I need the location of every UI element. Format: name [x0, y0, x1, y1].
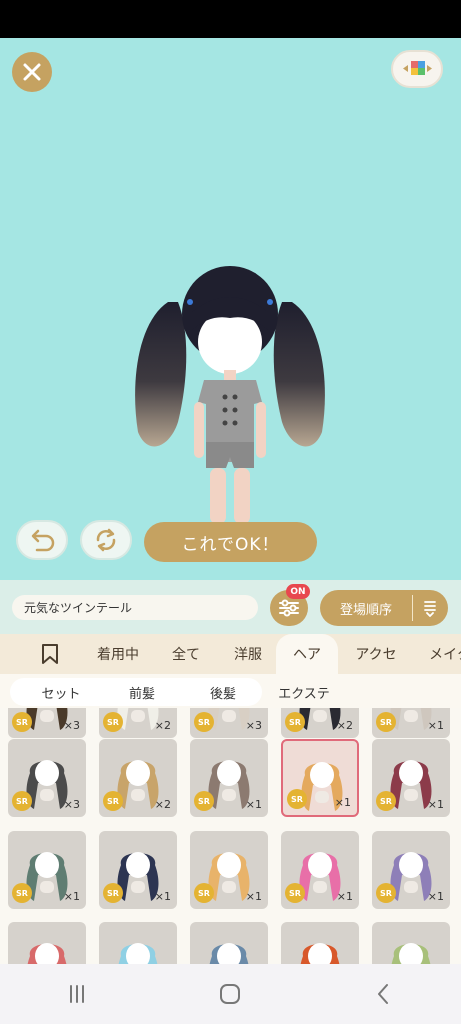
- item-cell[interactable]: SR ×2: [99, 708, 177, 738]
- undo-button[interactable]: [16, 520, 68, 560]
- undo-icon: [31, 529, 55, 552]
- item-count: ×3: [63, 719, 80, 732]
- rarity-badge: SR: [103, 712, 123, 732]
- item-count: ×1: [427, 719, 444, 732]
- rarity-badge: SR: [12, 712, 32, 732]
- item-cell[interactable]: SR ×2: [99, 739, 177, 817]
- hair-thumbnail: [209, 943, 249, 964]
- item-cell[interactable]: [99, 922, 177, 964]
- hair-thumbnail: [118, 943, 158, 964]
- rarity-badge: SR: [12, 883, 32, 903]
- rarity-badge: SR: [103, 791, 123, 811]
- item-cell[interactable]: SR ×1: [190, 739, 268, 817]
- item-cell[interactable]: [372, 922, 450, 964]
- item-cell[interactable]: SR ×1: [8, 831, 86, 909]
- item-count: ×2: [336, 719, 353, 732]
- home-icon[interactable]: [217, 981, 243, 1007]
- tab-wearing[interactable]: 着用中: [86, 634, 150, 674]
- confirm-button[interactable]: これでOK！: [144, 522, 317, 562]
- item-name-field: 元気なツインテール: [12, 595, 258, 620]
- item-cell[interactable]: [8, 922, 86, 964]
- item-cell[interactable]: SR ×1: [281, 831, 359, 909]
- palette-button[interactable]: [391, 50, 443, 88]
- filter-on-badge: ON: [286, 584, 310, 599]
- item-count: ×2: [154, 719, 171, 732]
- hair-thumbnail: [300, 943, 340, 964]
- recents-icon[interactable]: [64, 981, 90, 1007]
- item-cell[interactable]: SR ×3: [190, 708, 268, 738]
- close-button[interactable]: [12, 52, 52, 92]
- sort-button[interactable]: 登場順序: [320, 590, 448, 626]
- randomize-button[interactable]: [80, 520, 132, 560]
- rarity-badge: SR: [376, 791, 396, 811]
- status-bar: [0, 0, 461, 38]
- item-count: ×1: [63, 890, 80, 903]
- rarity-badge: SR: [12, 791, 32, 811]
- item-cell[interactable]: SR ×1: [99, 831, 177, 909]
- item-count: ×1: [334, 796, 351, 809]
- tab-clothes[interactable]: 洋服: [222, 634, 274, 674]
- item-cell[interactable]: [190, 922, 268, 964]
- item-cell[interactable]: SR ×1: [372, 739, 450, 817]
- item-grid: SR ×3 SR ×2 SR ×3 SR ×2 SR ×1 SR ×3 SR ×2 SR ×1 SR ×1 SR ×1…: [0, 708, 461, 964]
- rarity-badge: SR: [285, 883, 305, 903]
- rarity-badge: SR: [376, 883, 396, 903]
- item-count: ×3: [245, 719, 262, 732]
- item-cell[interactable]: SR ×3: [8, 739, 86, 817]
- close-icon: [23, 63, 41, 81]
- item-cell[interactable]: [281, 922, 359, 964]
- tab-all[interactable]: 全て: [160, 634, 212, 674]
- rarity-badge: SR: [194, 791, 214, 811]
- item-cell[interactable]: SR ×1: [372, 708, 450, 738]
- sub-tab-back-hair[interactable]: 後髪: [184, 678, 262, 706]
- category-tabs: 着用中 全て 洋服 ヘア アクセ メイク: [0, 634, 461, 674]
- rarity-badge: SR: [285, 712, 305, 732]
- tab-accessories[interactable]: アクセ: [344, 634, 408, 674]
- rarity-badge: SR: [194, 883, 214, 903]
- rarity-badge: SR: [103, 883, 123, 903]
- item-cell[interactable]: SR ×1: [372, 831, 450, 909]
- avatar-preview: [135, 266, 325, 532]
- bookmark-icon: [42, 644, 58, 664]
- item-count: ×1: [245, 798, 262, 811]
- item-count: ×1: [336, 890, 353, 903]
- hair-thumbnail: [391, 943, 431, 964]
- refresh-icon: [96, 528, 116, 552]
- item-cell[interactable]: SR ×1: [190, 831, 268, 909]
- hair-thumbnail: [27, 943, 67, 964]
- sub-tab-set[interactable]: セット: [16, 678, 106, 706]
- item-count: ×1: [245, 890, 262, 903]
- item-count: ×1: [154, 890, 171, 903]
- sort-label: 登場順序: [339, 602, 392, 618]
- sub-tabs: セット 前髪 後髪 エクステ: [0, 674, 461, 708]
- system-nav-bar: [0, 964, 461, 1024]
- item-cell[interactable]: SR ×2: [281, 708, 359, 738]
- rarity-badge: SR: [194, 712, 214, 732]
- rarity-badge: SR: [376, 712, 396, 732]
- sliders-icon: [279, 599, 299, 617]
- back-icon[interactable]: [371, 981, 397, 1007]
- item-cell[interactable]: SR ×1: [281, 739, 359, 817]
- item-count: ×2: [154, 798, 171, 811]
- tab-bookmark[interactable]: [24, 634, 76, 674]
- item-count: ×1: [427, 798, 444, 811]
- tab-makeup[interactable]: メイク: [418, 634, 461, 674]
- sort-order-icon[interactable]: [413, 599, 447, 617]
- palette-icon: [403, 61, 432, 75]
- avatar-stage: これでOK！: [0, 38, 461, 580]
- item-cell[interactable]: SR ×3: [8, 708, 86, 738]
- rarity-badge: SR: [287, 789, 307, 809]
- sub-tab-extensions[interactable]: エクステ: [266, 678, 342, 706]
- item-count: ×1: [427, 890, 444, 903]
- tab-hair[interactable]: ヘア: [276, 634, 338, 674]
- item-count: ×3: [63, 798, 80, 811]
- control-bar: 元気なツインテール ON 登場順序: [0, 580, 461, 634]
- sub-tab-bangs[interactable]: 前髪: [102, 678, 182, 706]
